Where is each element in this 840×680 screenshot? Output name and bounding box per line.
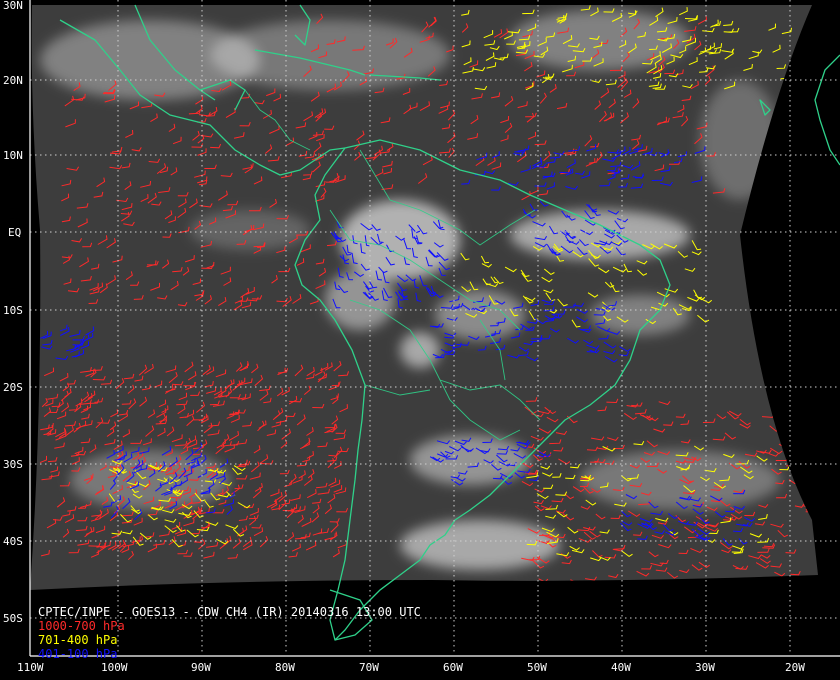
lon-label-110w: 110W: [17, 661, 44, 674]
wind-barb: [743, 577, 756, 582]
lat-label-30s: 30S: [3, 458, 23, 471]
longitude-labels: 110W 100W 90W 80W 70W 60W 50W 40W 30W 20…: [17, 661, 805, 674]
lon-label-100w: 100W: [101, 661, 128, 674]
wind-barb: [800, 476, 811, 481]
wind-barb: [796, 73, 808, 81]
lon-label-40w: 40W: [611, 661, 631, 674]
lon-label-70w: 70W: [359, 661, 379, 674]
lat-label-40s: 40S: [3, 535, 23, 548]
lat-label-50s: 50S: [3, 612, 23, 625]
wind-barb: [791, 438, 802, 445]
lat-label-20n: 20N: [3, 74, 23, 87]
legend-low-level: 1000-700 hPa: [38, 619, 125, 633]
lon-label-30w: 30W: [695, 661, 715, 674]
map-title: CPTEC/INPE - GOES13 - CDW CH4 (IR) 20140…: [38, 605, 421, 619]
satellite-map: 30N 20N 10N EQ 10S 20S 30S 40S 50S 110W …: [3, 0, 840, 674]
lat-label-20s: 20S: [3, 381, 23, 394]
lon-label-50w: 50W: [527, 661, 547, 674]
wind-barb: [799, 446, 812, 454]
lon-label-20w: 20W: [785, 661, 805, 674]
lon-label-90w: 90W: [191, 661, 211, 674]
lat-label-10s: 10S: [3, 304, 23, 317]
wind-barb: [805, 437, 817, 445]
satellite-map-panel: 30N 20N 10N EQ 10S 20S 30S 40S 50S 110W …: [0, 0, 840, 680]
wind-barb: [807, 500, 818, 505]
wind-barb: [790, 406, 803, 413]
infrared-cloud-imagery: [30, 5, 818, 590]
legend-high-level: 401-100 hPa: [38, 647, 118, 661]
latitude-labels: 30N 20N 10N EQ 10S 20S 30S 40S 50S: [3, 0, 23, 625]
lat-label-eq: EQ: [8, 226, 21, 239]
wind-barb: [788, 75, 798, 80]
lon-label-80w: 80W: [275, 661, 295, 674]
lat-label-30n: 30N: [3, 0, 23, 12]
lon-label-60w: 60W: [443, 661, 463, 674]
lat-label-10n: 10N: [3, 149, 23, 162]
legend-mid-level: 701-400 hPa: [38, 633, 118, 647]
